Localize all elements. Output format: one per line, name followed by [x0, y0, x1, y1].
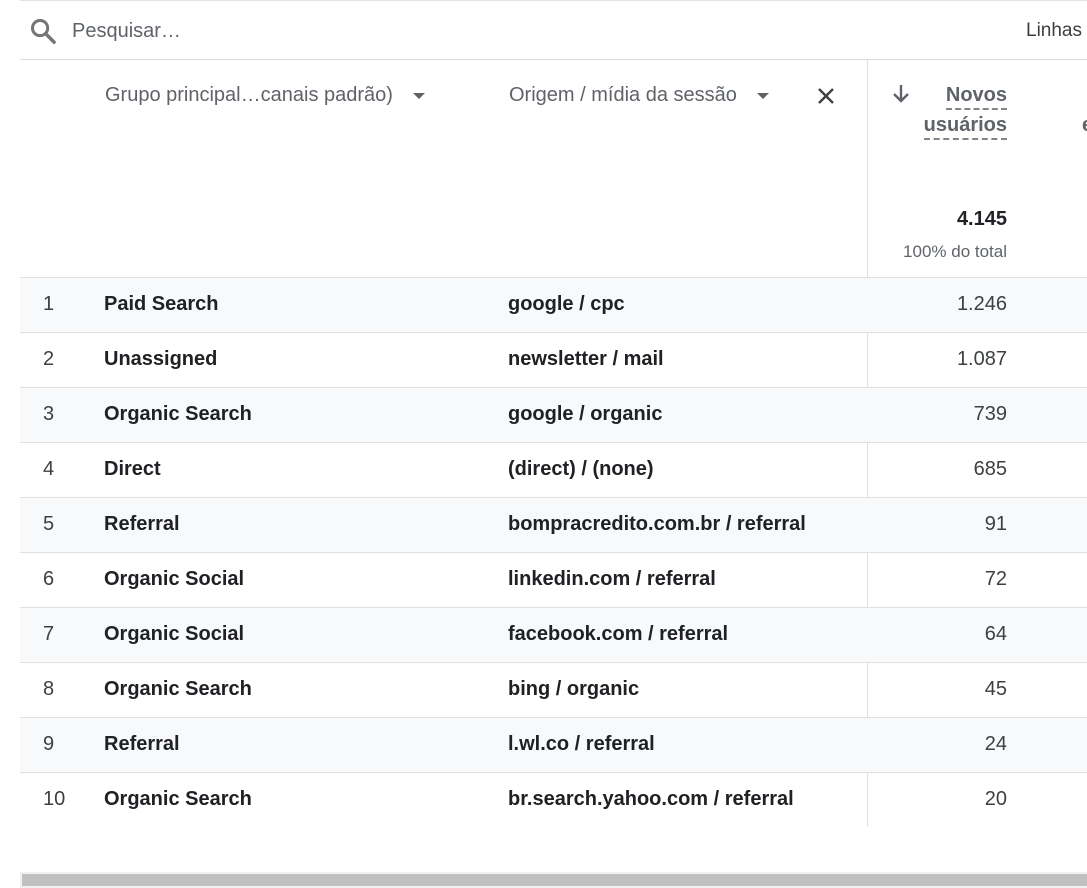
metric-title-line1: Novos: [945, 82, 1007, 110]
row-channel: Organic Search: [104, 678, 252, 700]
arrow-down-icon[interactable]: [891, 82, 911, 106]
row-channel: Referral: [104, 733, 180, 755]
row-index: 10: [43, 788, 66, 810]
caret-down-icon[interactable]: [412, 92, 425, 99]
row-source-medium: bing / organic: [508, 678, 640, 700]
row-source-medium: google / organic: [508, 403, 663, 425]
row-channel: Direct: [104, 458, 161, 480]
rows-per-page-label[interactable]: Linhas: [1026, 20, 1082, 42]
table-row[interactable]: 4 Direct (direct) / (none) 685: [20, 442, 1087, 497]
table-row[interactable]: 9 Referral l.wl.co / referral 24: [20, 717, 1087, 772]
table-row[interactable]: 1 Paid Search google / cpc 1.246: [20, 277, 1087, 332]
row-channel: Organic Search: [104, 788, 252, 810]
row-index: 7: [43, 623, 55, 645]
row-new-users: 24: [984, 733, 1007, 755]
table-row[interactable]: 10 Organic Search br.search.yahoo.com / …: [20, 772, 1087, 827]
row-channel: Unassigned: [104, 348, 218, 370]
row-index: 6: [43, 568, 55, 590]
search-bar: Linhas: [20, 0, 1087, 60]
row-index: 5: [43, 513, 55, 535]
row-channel: Organic Search: [104, 403, 252, 425]
row-index: 4: [43, 458, 55, 480]
metric-total-value: 4.145: [956, 208, 1007, 230]
search-input[interactable]: [72, 15, 772, 47]
dimension-header-source-medium[interactable]: Origem / mídia da sessão: [509, 84, 769, 107]
metric-header-new-users[interactable]: Novos usuários: [891, 80, 1007, 140]
row-index: 9: [43, 733, 55, 755]
search-icon[interactable]: [29, 17, 57, 45]
row-new-users: 72: [984, 568, 1007, 590]
table-row[interactable]: 6 Organic Social linkedin.com / referral…: [20, 552, 1087, 607]
row-channel: Organic Social: [104, 623, 245, 645]
row-source-medium: (direct) / (none): [508, 458, 654, 480]
caret-down-icon[interactable]: [756, 92, 769, 99]
row-source-medium: linkedin.com / referral: [508, 568, 716, 590]
row-new-users: 1.087: [956, 348, 1007, 370]
row-channel: Paid Search: [104, 293, 219, 315]
table-row[interactable]: 3 Organic Search google / organic 739: [20, 387, 1087, 442]
row-new-users: 91: [984, 513, 1007, 535]
metric-title-line2: usuários: [923, 112, 1007, 140]
table-row[interactable]: 5 Referral bompracredito.com.br / referr…: [20, 497, 1087, 552]
table-header: Grupo principal…canais padrão) Origem / …: [20, 60, 1087, 277]
row-channel: Organic Social: [104, 568, 245, 590]
row-source-medium: bompracredito.com.br / referral: [508, 513, 806, 535]
row-source-medium: google / cpc: [508, 293, 625, 315]
row-channel: Referral: [104, 513, 180, 535]
horizontal-scrollbar[interactable]: [20, 872, 1087, 888]
row-source-medium: facebook.com / referral: [508, 623, 729, 645]
row-index: 3: [43, 403, 55, 425]
row-source-medium: l.wl.co / referral: [508, 733, 655, 755]
row-new-users: 20: [984, 788, 1007, 810]
row-new-users: 1.246: [956, 293, 1007, 315]
table-row[interactable]: 8 Organic Search bing / organic 45: [20, 662, 1087, 717]
close-icon[interactable]: [815, 85, 837, 107]
table-body: 1 Paid Search google / cpc 1.246 2 Unass…: [20, 277, 1087, 827]
row-new-users: 685: [973, 458, 1007, 480]
scrollbar-thumb[interactable]: [22, 874, 1087, 886]
row-source-medium: newsletter / mail: [508, 348, 664, 370]
row-new-users: 739: [973, 403, 1007, 425]
metric-total-percent: 100% do total: [903, 242, 1007, 261]
row-index: 2: [43, 348, 55, 370]
metric-title: Novos usuários: [923, 80, 1007, 140]
row-index: 1: [43, 293, 55, 315]
row-new-users: 45: [984, 678, 1007, 700]
row-index: 8: [43, 678, 55, 700]
table-row[interactable]: 7 Organic Social facebook.com / referral…: [20, 607, 1087, 662]
row-new-users: 64: [984, 623, 1007, 645]
next-column-header-fragment[interactable]: e: [1082, 114, 1087, 137]
row-source-medium: br.search.yahoo.com / referral: [508, 788, 794, 810]
dimension-header-label: Grupo principal…canais padrão): [105, 84, 393, 106]
table-row[interactable]: 2 Unassigned newsletter / mail 1.087: [20, 332, 1087, 387]
dimension-header-label: Origem / mídia da sessão: [509, 84, 737, 106]
dimension-header-channel-group[interactable]: Grupo principal…canais padrão): [105, 84, 425, 107]
